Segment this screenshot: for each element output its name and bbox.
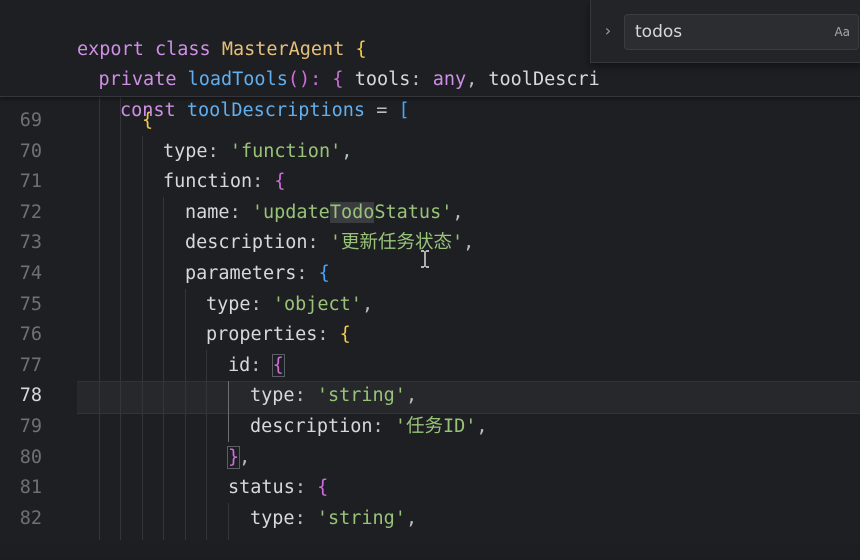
code-text: },	[226, 443, 251, 474]
line-number: 71	[19, 171, 42, 193]
code-line[interactable]: 78 type: 'string',	[0, 381, 860, 412]
code-text: type: 'object',	[206, 290, 373, 321]
code-text: parameters: {	[185, 259, 330, 290]
code-token: ,	[239, 446, 251, 468]
code-line[interactable]: 79 description: '任务ID',	[0, 412, 860, 443]
code-token: status	[228, 477, 295, 499]
line-number: 74	[19, 263, 42, 284]
code-text: type: 'string',	[250, 381, 417, 412]
line-number: 76	[19, 324, 42, 346]
line-number: 73	[19, 232, 42, 254]
string-token: 'string'	[316, 385, 406, 407]
keyword-const: const	[120, 99, 176, 121]
code-text: description: '更新任务状态',	[185, 228, 474, 259]
code-token: ,	[476, 416, 488, 437]
line-number: 77	[19, 354, 42, 376]
code-token: {	[339, 324, 351, 346]
code-token: ,	[452, 201, 464, 223]
code-token: type	[250, 507, 295, 529]
code-token: :	[252, 171, 275, 193]
string-token: 'update	[251, 201, 330, 223]
code-token: {	[318, 263, 330, 284]
code-token: function	[163, 171, 253, 193]
code-line[interactable]: 70 type: 'function',	[0, 137, 860, 168]
find-widget[interactable]: › todos Aa	[590, 0, 860, 63]
code-token: description	[250, 416, 373, 437]
code-text: type: 'function',	[163, 137, 352, 168]
string-token: 'string'	[316, 507, 406, 529]
code-text: function: {	[163, 167, 286, 198]
code-line[interactable]: 76 properties: {	[0, 320, 860, 351]
code-token: }	[226, 445, 241, 469]
code-line[interactable]: 72 name: 'updateTodoStatus',	[0, 198, 860, 229]
code-token: ,	[405, 507, 418, 529]
code-token: :	[250, 293, 273, 315]
code-token: :	[317, 324, 340, 346]
code-token: type	[206, 293, 251, 315]
line-number: 75	[19, 293, 42, 315]
code-token: {	[271, 353, 285, 377]
line-number: 78	[19, 385, 42, 407]
code-token: :	[229, 201, 252, 223]
code-token: {	[317, 477, 329, 499]
code-text: properties: {	[206, 320, 351, 351]
code-token: type	[163, 140, 208, 162]
code-text: description: '任务ID',	[250, 412, 488, 443]
code-token: description	[185, 232, 308, 254]
code-token: type	[250, 385, 295, 407]
string-token: 'object'	[272, 293, 362, 315]
code-token: ,	[405, 385, 418, 407]
string-token: '更新任务状态'	[329, 232, 464, 254]
string-token: Status'	[374, 201, 453, 223]
code-token: :	[372, 416, 395, 437]
code-text: name: 'updateTodoStatus',	[185, 198, 463, 229]
code-line[interactable]: 75 type: 'object',	[0, 290, 860, 321]
code-token: parameters	[185, 263, 297, 284]
line-number: 72	[19, 201, 42, 223]
equals: =	[376, 99, 388, 121]
mouse-ibeam-cursor-icon	[421, 250, 429, 268]
code-token: :	[296, 263, 319, 284]
code-token: ,	[361, 293, 374, 315]
code-token: name	[185, 201, 230, 223]
match-case-toggle[interactable]: Aa	[834, 15, 850, 49]
code-line[interactable]: 77 id: {	[0, 351, 860, 382]
code-token: :	[207, 140, 230, 162]
code-text: status: {	[228, 473, 328, 504]
string-token: Todo	[329, 201, 375, 223]
code-line[interactable]: 82 type: 'string',	[0, 504, 860, 535]
code-token: :	[294, 385, 317, 407]
code-line[interactable]: 74 parameters: {	[0, 259, 860, 290]
code-token: :	[294, 507, 317, 529]
code-token: properties	[206, 324, 318, 346]
find-input-value: todos	[635, 22, 683, 42]
bottom-edge	[0, 540, 860, 560]
string-token: '任务ID'	[394, 416, 477, 437]
line-number: 81	[19, 477, 42, 499]
bracket: [	[398, 99, 410, 121]
code-editor[interactable]: export class MasterAgent { private loadT…	[0, 0, 860, 560]
code-token: ,	[463, 232, 475, 254]
code-token: :	[250, 354, 273, 376]
sticky-line-const[interactable]: const toolDescriptions = [	[0, 65, 860, 121]
code-line[interactable]: 80},	[0, 443, 860, 474]
line-number: 80	[19, 446, 42, 468]
variable-name: toolDescriptions	[186, 99, 366, 121]
line-number: 82	[19, 507, 42, 529]
code-line[interactable]: 73 description: '更新任务状态',	[0, 228, 860, 259]
code-token: :	[294, 477, 318, 499]
code-token: :	[307, 232, 330, 254]
code-token: id	[228, 354, 251, 376]
toggle-replace-chevron-icon[interactable]: ›	[601, 22, 615, 40]
line-number: 79	[19, 416, 42, 437]
string-token: 'function'	[229, 140, 342, 162]
code-token: ,	[341, 140, 353, 162]
find-input[interactable]: todos Aa	[624, 14, 859, 50]
code-token: {	[274, 171, 286, 193]
code-text: id: {	[228, 351, 285, 382]
code-text: type: 'string',	[250, 504, 417, 535]
code-line[interactable]: 71 function: {	[0, 167, 860, 198]
code-line[interactable]: 81 status: {	[0, 473, 860, 504]
